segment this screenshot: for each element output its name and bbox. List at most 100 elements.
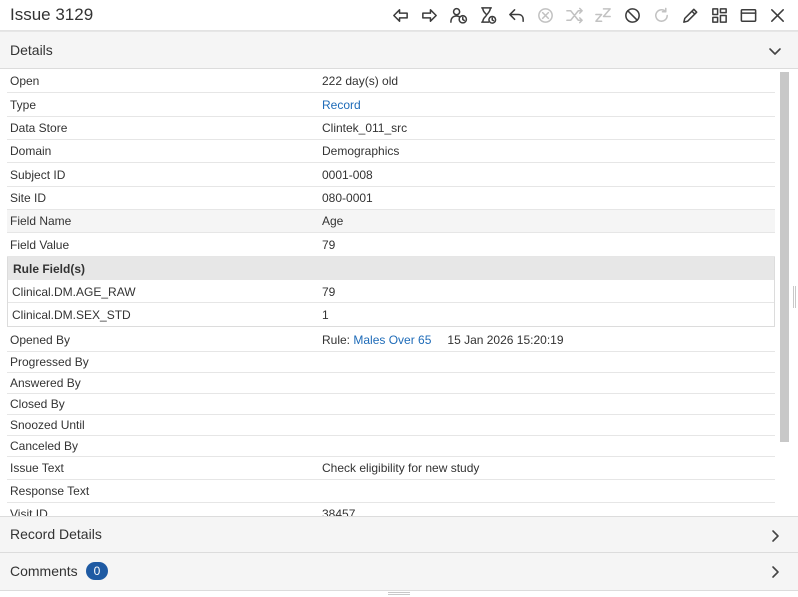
details-row-value: Demographics <box>322 144 400 158</box>
details-row: Site ID 080-0001 <box>7 187 775 210</box>
back-icon <box>393 9 408 22</box>
rule-fields-box: Rule Field(s) Clinical.DM.AGE_RAW 79 Clinic… <box>7 257 775 327</box>
details-row-key: Snoozed Until <box>10 418 85 432</box>
refresh-button <box>647 3 676 28</box>
details-row-key: Answered By <box>10 376 81 390</box>
rule-field-name: Clinical.DM.SEX_STD <box>12 308 131 322</box>
details-row-key: Issue Text <box>10 461 64 475</box>
details-row: Opened By Rule: Males Over 65 15 Jan 2026 … <box>7 328 775 352</box>
sleep-zz-button <box>589 3 618 28</box>
chevron-right-icon <box>768 565 782 579</box>
details-row: Domain Demographics <box>7 140 775 163</box>
details-row-key: Site ID <box>10 191 47 205</box>
cancel-circle-button <box>531 3 560 28</box>
details-row-value: Check eligibility for new study <box>322 461 480 475</box>
window-button[interactable] <box>734 3 763 28</box>
details-row: Subject ID 0001-008 <box>7 163 775 187</box>
snooze-hourglass-icon <box>481 7 497 24</box>
details-scrollbar[interactable] <box>778 72 790 512</box>
rule-field-row: Clinical.DM.SEX_STD 1 <box>8 303 774 326</box>
details-table: Open 222 day(s) old Type Record Data Store Cl… <box>7 70 775 516</box>
details-row-value: Clintek_011_src <box>322 121 408 135</box>
back-button[interactable] <box>386 3 415 28</box>
record-details-section-header[interactable]: Record Details <box>0 516 798 553</box>
details-row: Answered By <box>7 373 775 394</box>
details-row: Open 222 day(s) old <box>7 70 775 93</box>
close-button[interactable] <box>763 3 792 28</box>
issue-toolbar <box>386 3 792 28</box>
details-row-key: Data Store <box>10 121 68 135</box>
issue-title: Issue 3129 <box>10 5 94 24</box>
details-row: Visit ID 38457 <box>7 503 775 516</box>
details-panel: Open 222 day(s) old Type Record Data Store Cl… <box>0 70 798 516</box>
edit-pencil-button[interactable] <box>676 3 705 28</box>
chevron-right-icon <box>768 529 782 543</box>
details-row: Field Value 79 <box>7 233 775 257</box>
details-row: Issue Text Check eligibility for new stud… <box>7 457 775 480</box>
details-row-key: Subject ID <box>10 167 66 182</box>
details-row: Data Store Clintek_011_src <box>7 117 775 140</box>
scrollbar-thumb[interactable] <box>780 72 789 442</box>
details-section-label: Details <box>10 42 53 58</box>
details-row: Type Record <box>7 93 775 117</box>
details-row-key: Type <box>10 97 37 112</box>
forward-button[interactable] <box>415 3 444 28</box>
details-row-value: Age <box>322 214 344 228</box>
details-row-key: Closed By <box>10 397 65 411</box>
details-row-key: Visit ID <box>10 507 48 516</box>
rule-field-value: 1 <box>322 308 329 322</box>
opened-by-prefix: Rule: <box>322 332 354 347</box>
block-button[interactable] <box>618 3 647 28</box>
record-details-label: Record Details <box>10 526 102 542</box>
layout-grid-button[interactable] <box>705 3 734 28</box>
bottom-resize-handle[interactable] <box>388 592 410 595</box>
assign-user-button[interactable] <box>444 3 473 28</box>
details-row: Field Name Age <box>7 210 775 233</box>
details-row-link[interactable]: Record <box>322 98 361 112</box>
refresh-icon <box>655 7 668 22</box>
details-row-key: Canceled By <box>10 439 79 453</box>
opened-by-timestamp: 15 Jan 2026 15:20:19 <box>447 332 564 347</box>
forward-icon <box>422 9 437 22</box>
close-icon <box>771 9 784 22</box>
reply-button[interactable] <box>502 3 531 28</box>
assign-user-icon <box>450 7 468 24</box>
shuffle-button <box>560 3 589 28</box>
layout-grid-icon <box>712 8 727 23</box>
edit-pencil-icon <box>683 8 698 23</box>
details-row-value: 38457 <box>322 507 356 516</box>
comments-count-badge: 0 <box>86 562 108 580</box>
details-row: Response Text <box>7 480 775 503</box>
details-row: Progressed By <box>7 352 775 373</box>
shuffle-icon <box>566 7 583 24</box>
rule-fields-title: Rule Field(s) <box>13 262 86 276</box>
details-row-value: 080-0001 <box>322 191 373 205</box>
side-resize-handle[interactable] <box>793 286 796 308</box>
title-bar: Issue 3129 <box>0 0 798 31</box>
opened-by-value: Rule: Males Over 65 15 Jan 2026 15:20:19 <box>322 333 564 347</box>
snooze-hourglass-button[interactable] <box>473 3 502 28</box>
comments-section-header[interactable]: Comments 0 <box>0 553 798 591</box>
block-icon <box>625 8 640 23</box>
details-row-key: Field Name <box>10 214 72 228</box>
rule-field-value: 79 <box>322 285 336 299</box>
details-row: Canceled By <box>7 436 775 457</box>
details-row-key: Opened By <box>10 332 71 347</box>
cancel-circle-icon <box>538 8 553 23</box>
window-icon <box>740 9 757 22</box>
details-row-key: Field Value <box>10 237 70 252</box>
details-row: Closed By <box>7 394 775 415</box>
rule-field-row: Clinical.DM.AGE_RAW 79 <box>8 280 774 303</box>
details-row-key: Domain <box>10 144 52 158</box>
reply-icon <box>509 9 524 22</box>
details-section-header[interactable]: Details <box>0 31 798 69</box>
rule-field-name: Clinical.DM.AGE_RAW <box>12 285 136 299</box>
details-row-key: Response Text <box>10 484 90 498</box>
chevron-down-icon <box>768 44 782 58</box>
rule-fields-header: Rule Field(s) <box>8 257 774 280</box>
details-row-value: 79 <box>322 237 336 252</box>
details-row-key: Progressed By <box>10 355 89 369</box>
details-row: Snoozed Until <box>7 415 775 436</box>
opened-by-rule-link[interactable]: Males Over 65 <box>353 333 431 347</box>
details-row-value: 0001-008 <box>322 167 373 182</box>
